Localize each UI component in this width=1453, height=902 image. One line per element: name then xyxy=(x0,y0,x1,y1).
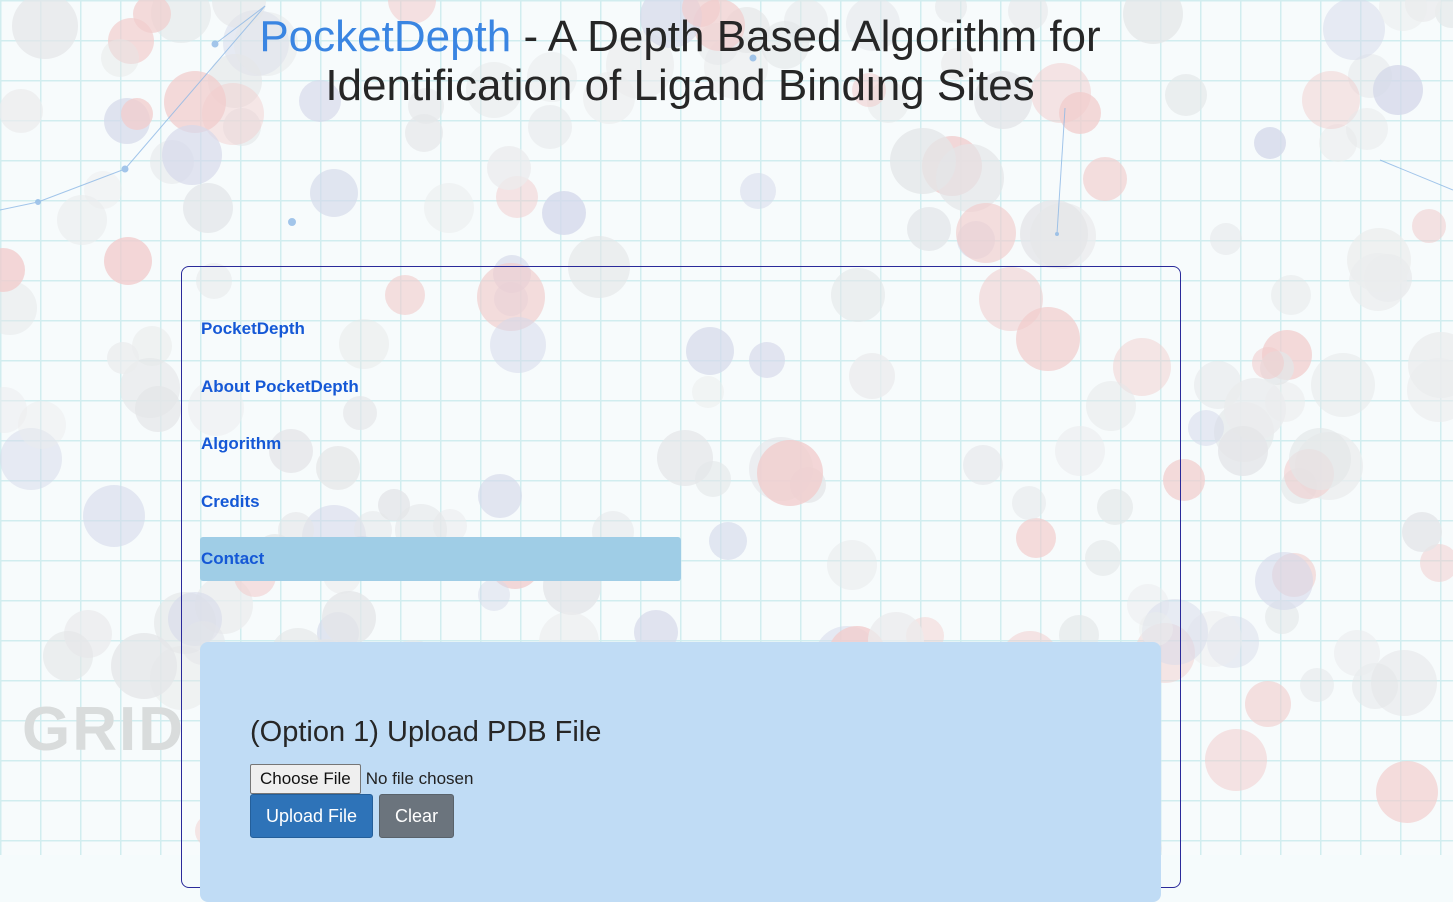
background-atom xyxy=(1252,347,1284,379)
clear-button[interactable]: Clear xyxy=(379,794,455,838)
upload-file-button[interactable]: Upload File xyxy=(250,794,374,838)
upload-panel: (Option 1) Upload PDB File Choose File N… xyxy=(200,642,1161,902)
background-atom xyxy=(528,105,572,149)
background-atom xyxy=(162,125,222,185)
background-atom xyxy=(1300,668,1334,702)
background-atom xyxy=(104,237,152,285)
background-atom xyxy=(1373,65,1423,115)
background-atom xyxy=(1371,650,1437,716)
background-atom xyxy=(1188,410,1224,446)
background-atom xyxy=(1020,200,1088,268)
background-atom xyxy=(1349,253,1407,311)
background-atom xyxy=(1210,223,1242,255)
background-atom xyxy=(107,342,139,374)
background-atom xyxy=(542,191,586,235)
background-atom xyxy=(1334,630,1380,676)
background-atom xyxy=(84,171,122,209)
title-line1-rest: - A Depth Based Algorithm for xyxy=(511,12,1101,61)
background-atom xyxy=(956,203,1016,263)
background-atom xyxy=(1289,428,1351,490)
main-panel: PocketDepth About PocketDepth Algorithm … xyxy=(181,266,1181,902)
background-atom xyxy=(1254,127,1286,159)
background-atom xyxy=(1218,426,1268,476)
background-atom xyxy=(424,183,474,233)
background-atom xyxy=(487,146,531,190)
brand-name: PocketDepth xyxy=(259,12,512,61)
background-atom xyxy=(83,485,145,547)
file-input: Choose File No file chosen xyxy=(250,764,473,794)
background-atom xyxy=(101,39,139,77)
upload-actions: Upload File Clear xyxy=(250,794,455,838)
background-atom xyxy=(1323,0,1385,60)
background-atom xyxy=(1376,761,1438,823)
title-line2: Identification of Ligand Binding Sites xyxy=(325,61,1035,110)
nav-item-pocketdepth[interactable]: PocketDepth xyxy=(200,307,681,351)
background-atom xyxy=(907,207,951,251)
background-atom xyxy=(1346,108,1388,150)
background-atom xyxy=(1402,512,1442,552)
nav-item-credits[interactable]: Credits xyxy=(200,480,681,524)
background-atom xyxy=(1271,275,1311,315)
grid-watermark: GRID xyxy=(22,695,185,764)
page-title: PocketDepth - A Depth Based Algorithm fo… xyxy=(210,12,1150,110)
background-atom xyxy=(310,169,358,217)
background-atom xyxy=(1165,74,1207,116)
background-atom xyxy=(1205,729,1267,791)
background-atom xyxy=(1412,209,1446,243)
nav-item-about[interactable]: About PocketDepth xyxy=(200,365,681,409)
background-atom xyxy=(405,114,443,152)
upload-heading: (Option 1) Upload PDB File xyxy=(250,716,602,748)
background-atom xyxy=(740,173,776,209)
background-atom xyxy=(1255,552,1313,610)
background-atom xyxy=(43,631,93,681)
file-status: No file chosen xyxy=(365,769,474,788)
background-atom xyxy=(936,144,1004,212)
nav-item-algorithm[interactable]: Algorithm xyxy=(200,422,681,466)
background-atom xyxy=(111,633,177,699)
background-atom xyxy=(1311,353,1375,417)
choose-file-button[interactable]: Choose File xyxy=(250,764,361,794)
nav-menu: PocketDepth About PocketDepth Algorithm … xyxy=(200,307,681,595)
background-atom xyxy=(1083,157,1127,201)
nav-item-contact[interactable]: Contact xyxy=(200,537,681,581)
background-atom xyxy=(0,89,43,133)
background-atom xyxy=(121,98,153,130)
background-atom xyxy=(183,183,233,233)
background-atom xyxy=(1245,681,1291,727)
